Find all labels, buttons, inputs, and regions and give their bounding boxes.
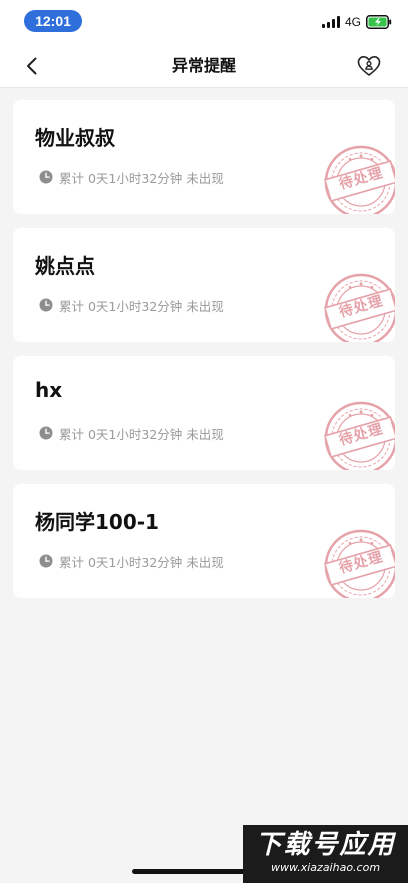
pending-stamp: 待处理 [323,400,395,470]
alert-card[interactable]: 姚点点 累计 0天1小时32分钟 未出现 待处理 [13,228,395,342]
heart-person-icon [357,56,381,76]
alert-name: 姚点点 [35,254,95,278]
pending-stamp: 待处理 [323,144,395,214]
alert-info-text: 累计 0天1小时32分钟 未出现 [59,426,224,442]
battery-icon [366,15,392,29]
alert-name: 杨同学100-1 [35,510,159,534]
clock-icon [39,554,53,568]
heart-action-button[interactable] [354,52,384,80]
alert-info-text: 累计 0天1小时32分钟 未出现 [59,298,224,314]
alert-info-text: 累计 0天1小时32分钟 未出现 [59,170,224,186]
nav-bar: 异常提醒 [0,44,408,88]
clock-icon [39,298,53,312]
alert-card[interactable]: 杨同学100-1 累计 0天1小时32分钟 未出现 待处理 [13,484,395,598]
alert-info-text: 累计 0天1小时32分钟 未出现 [59,554,224,570]
alert-name: hx [35,378,63,402]
status-time: 12:01 [24,10,82,32]
signal-icon [321,16,340,28]
page-title: 异常提醒 [171,56,236,75]
alert-card[interactable]: hx 累计 0天1小时32分钟 未出现 待处理 [13,356,395,470]
pending-stamp: 待处理 [323,272,395,342]
alert-info: 累计 0天1小时32分钟 未出现 [39,552,224,570]
alert-info: 累计 0天1小时32分钟 未出现 [39,424,224,442]
alert-list: 物业叔叔 累计 0天1小时32分钟 未出现 待处理 姚点点 累计 0天1小时32… [13,100,395,612]
status-bar: 12:01 4G [0,0,408,44]
alert-info: 累计 0天1小时32分钟 未出现 [39,296,224,314]
clock-icon [39,426,53,440]
pending-stamp: 待处理 [323,528,395,598]
watermark-url: www.xiazaihao.com [270,861,381,874]
network-label: 4G [344,15,361,29]
alert-card[interactable]: 物业叔叔 累计 0天1小时32分钟 未出现 待处理 [13,100,395,214]
clock-icon [39,170,53,184]
chevron-left-icon [27,57,37,75]
status-indicators: 4G [321,13,392,31]
alert-name: 物业叔叔 [35,126,115,150]
watermark: 下载号应用 www.xiazaihao.com [243,825,408,883]
alert-info: 累计 0天1小时32分钟 未出现 [39,168,224,186]
watermark-title: 下载号应用 [255,830,396,860]
back-button[interactable] [16,52,48,80]
